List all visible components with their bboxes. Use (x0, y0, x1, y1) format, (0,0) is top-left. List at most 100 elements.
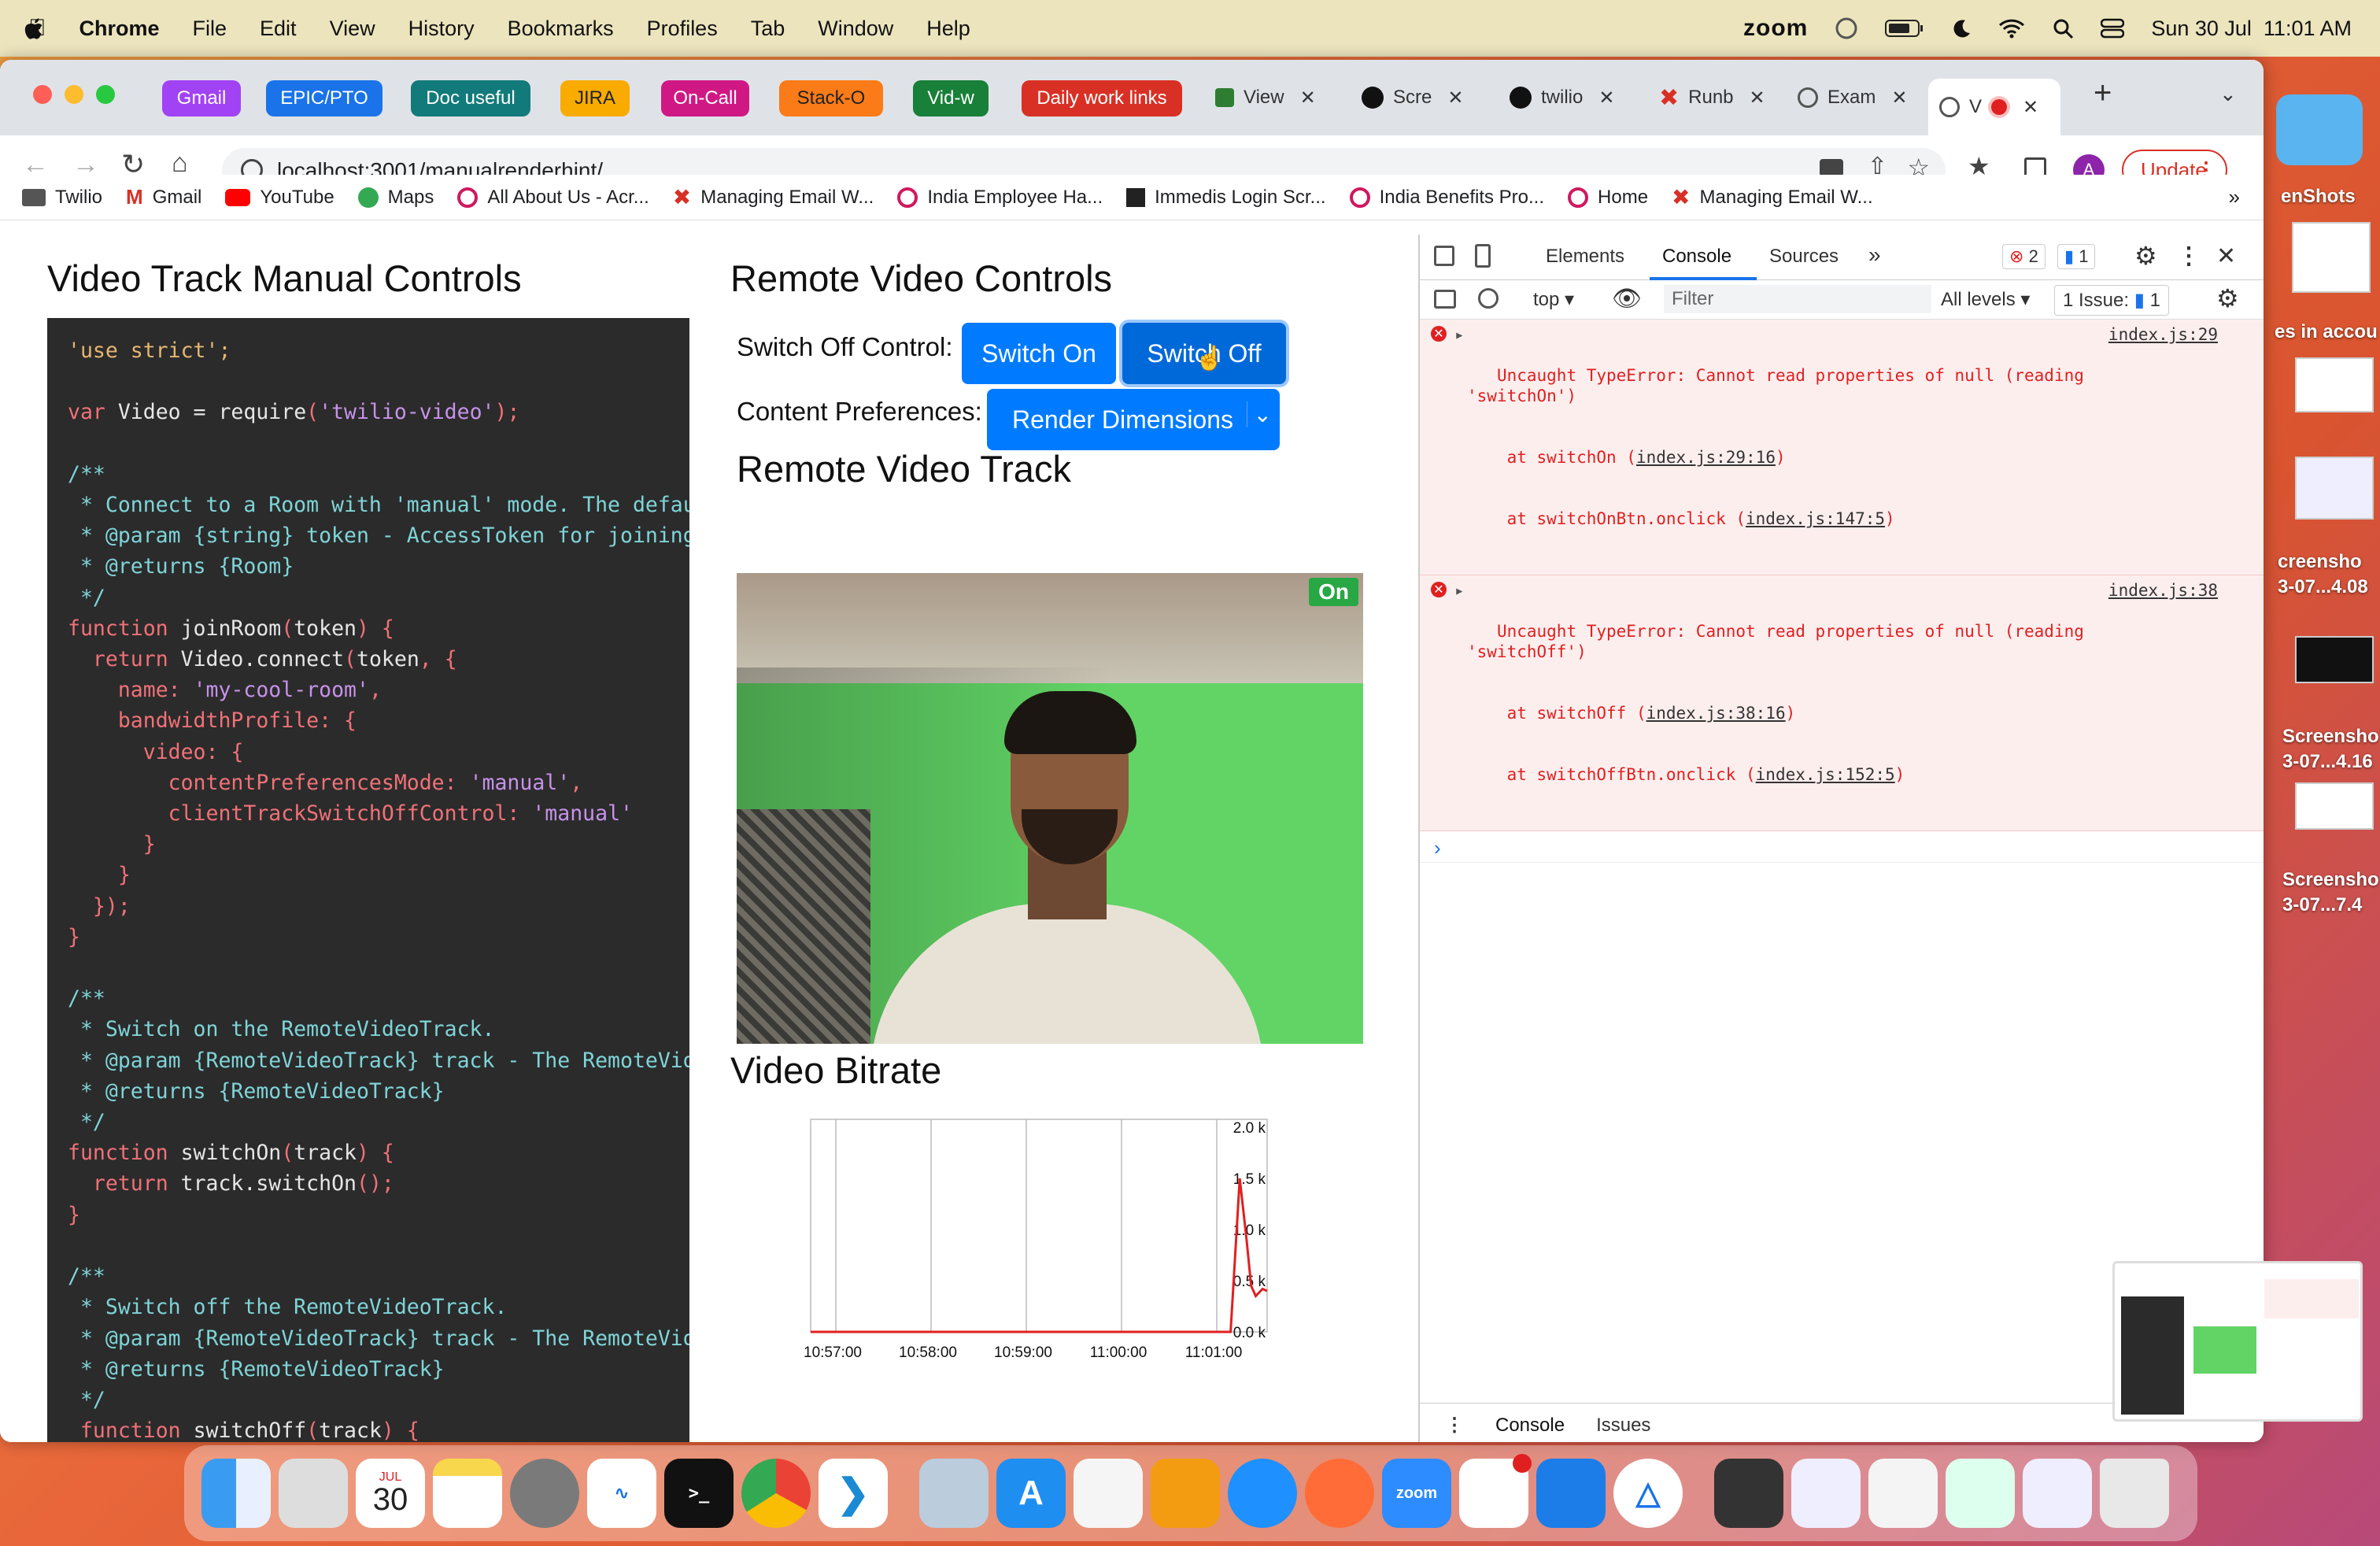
minimized-window-thumb[interactable] (2023, 1459, 2092, 1528)
minimized-window-thumb[interactable] (1791, 1459, 1861, 1528)
menu-bookmarks[interactable]: Bookmarks (508, 17, 614, 41)
menu-window[interactable]: Window (818, 17, 893, 41)
screenshot-preview-thumbnail[interactable] (2112, 1261, 2363, 1422)
trash-icon[interactable] (2100, 1459, 2169, 1528)
console-filter-input[interactable]: Filter (1664, 285, 1931, 313)
close-tab-icon[interactable]: ✕ (1750, 87, 1765, 109)
bookmark-india-benefits[interactable]: India Benefits Pro... (1349, 187, 1544, 209)
slack-icon[interactable] (1459, 1454, 1532, 1528)
app-icon[interactable]: △ (1613, 1459, 1683, 1528)
tab-search-chevron-icon[interactable]: ⌄ (2219, 82, 2237, 106)
more-bookmarks-icon[interactable]: » (2229, 185, 2240, 209)
devtools-menu-icon[interactable]: ⋮ (2177, 242, 2201, 270)
bookmark-india-employee[interactable]: India Employee Ha... (897, 187, 1103, 209)
issues-button[interactable]: 1 Issue: ▮ 1 (2054, 285, 2169, 316)
calendar-icon[interactable]: JUL 30 (356, 1459, 425, 1528)
launchpad-icon[interactable] (279, 1459, 348, 1528)
desktop-label[interactable]: enShots (2281, 186, 2356, 208)
tab-page-active[interactable]: V ✕ (1928, 79, 2060, 135)
control-center-icon[interactable] (2101, 18, 2125, 39)
tab-elements[interactable]: Elements (1546, 246, 1624, 268)
desktop-label[interactable]: 3-07...4.16 (2282, 751, 2373, 773)
xcode-icon[interactable] (1536, 1459, 1606, 1528)
tab-group-epic-pto[interactable]: EPIC/PTO (266, 80, 382, 117)
clear-console-icon[interactable] (1478, 288, 1499, 309)
new-tab-icon[interactable]: + (2094, 76, 2112, 111)
minimize-window-button[interactable] (65, 85, 83, 104)
stack-link[interactable]: index.js:29:16 (1636, 448, 1776, 467)
sidebar-toggle-icon[interactable] (1434, 290, 1456, 309)
pages-icon[interactable] (1151, 1459, 1220, 1528)
console-prompt[interactable]: › (1420, 831, 2264, 863)
close-tab-icon[interactable]: ✕ (2023, 96, 2038, 119)
menu-app-chrome[interactable]: Chrome (79, 17, 160, 41)
chrome-icon[interactable] (741, 1459, 811, 1528)
terminal-icon[interactable]: >_ (664, 1459, 734, 1528)
bookmark-maps[interactable]: Maps (357, 187, 434, 209)
log-levels-select[interactable]: All levels ▾ (1941, 288, 2030, 311)
camera-icon[interactable] (1820, 159, 1843, 176)
source-link[interactable]: index.js:38 (2108, 580, 2218, 601)
wifi-icon[interactable] (1998, 18, 2025, 39)
menu-edit[interactable]: Edit (260, 17, 297, 41)
console-error[interactable]: ✕ ▸ Uncaught TypeError: Cannot read prope… (1420, 320, 2264, 575)
app-store-icon[interactable]: A (996, 1459, 1066, 1528)
tab-page[interactable]: View ✕ (1204, 77, 1338, 118)
bookmark-gmail[interactable]: M Gmail (126, 185, 201, 209)
tab-group-vid-w[interactable]: Vid-w (913, 80, 989, 117)
desktop-file-thumb[interactable] (2295, 782, 2374, 830)
context-select[interactable]: top ▾ (1533, 288, 1574, 311)
menu-tab[interactable]: Tab (751, 17, 785, 41)
desktop-file-thumb[interactable] (2295, 636, 2374, 683)
zoom-app-icon[interactable]: zoom (1382, 1459, 1451, 1528)
drawer-tab-issues[interactable]: Issues (1596, 1415, 1650, 1437)
desktop-file-thumb[interactable] (2292, 222, 2371, 293)
tab-sources[interactable]: Sources (1769, 246, 1839, 268)
close-tab-icon[interactable]: ✕ (1598, 87, 1614, 109)
close-devtools-icon[interactable]: ✕ (2216, 242, 2236, 270)
tab-page[interactable]: ✖ Runb ✕ (1648, 77, 1766, 118)
expand-triangle-icon[interactable]: ▸ (1454, 324, 1465, 345)
close-tab-icon[interactable]: ✕ (1300, 87, 1316, 109)
close-tab-icon[interactable]: ✕ (1891, 87, 1907, 109)
bookmark-home[interactable]: Home (1568, 187, 1648, 209)
minimized-window-thumb[interactable] (1946, 1459, 2015, 1528)
desktop-label[interactable]: 3-07...7.4 (2282, 894, 2362, 916)
desktop-label[interactable]: Screensho (2282, 726, 2379, 748)
postman-icon[interactable] (1305, 1459, 1374, 1528)
close-window-button[interactable] (33, 85, 52, 104)
console-error[interactable]: ✕ ▸ Uncaught TypeError: Cannot read prope… (1420, 575, 2264, 831)
bookmark-youtube[interactable]: YouTube (225, 187, 334, 209)
finder-icon[interactable] (201, 1459, 271, 1528)
notes-icon[interactable] (433, 1459, 502, 1528)
tab-group-jira[interactable]: JIRA (560, 80, 630, 117)
switch-on-button[interactable]: Switch On (962, 323, 1116, 384)
apple-logo-icon[interactable] (24, 16, 46, 41)
desktop-file-thumb[interactable] (2295, 357, 2374, 412)
settings-gear-icon[interactable]: ⚙ (2134, 241, 2157, 271)
drawer-menu-icon[interactable]: ⋮ (1445, 1414, 1464, 1437)
content-preferences-select[interactable]: Render Dimensions ⌄ (987, 389, 1280, 450)
desktop-label[interactable]: es in accou (2275, 321, 2378, 343)
menu-history[interactable]: History (408, 17, 475, 41)
bookmark-all-about-us[interactable]: All About Us - Acr... (457, 187, 649, 209)
live-expression-eye-icon[interactable]: 👁 (1612, 285, 1642, 313)
source-link[interactable]: index.js:29 (2108, 324, 2218, 345)
desktop-widget[interactable] (2276, 94, 2363, 165)
freeform-icon[interactable]: ∿ (587, 1459, 656, 1528)
desktop-label[interactable]: Screensho (2282, 869, 2379, 891)
vscode-icon[interactable]: ❯ (819, 1459, 888, 1528)
moon-icon[interactable] (1951, 18, 1972, 39)
device-toolbar-icon[interactable] (1475, 244, 1491, 268)
menu-profiles[interactable]: Profiles (647, 17, 718, 41)
minimized-window-thumb[interactable] (1868, 1459, 1938, 1528)
tab-group-doc-useful[interactable]: Doc useful (411, 80, 530, 117)
close-tab-icon[interactable]: ✕ (1447, 87, 1463, 109)
message-counter[interactable]: ▮ 1 (2057, 244, 2096, 269)
more-tabs-icon[interactable]: » (1868, 242, 1881, 268)
tab-page[interactable]: twilio ✕ (1499, 77, 1635, 118)
menu-view[interactable]: View (330, 17, 375, 41)
desktop-label[interactable]: 3-07...4.08 (2278, 576, 2368, 598)
textedit-icon[interactable] (1074, 1459, 1143, 1528)
menubar-datetime[interactable]: Sun 30 Jul 11:01 AM (2151, 17, 2352, 41)
